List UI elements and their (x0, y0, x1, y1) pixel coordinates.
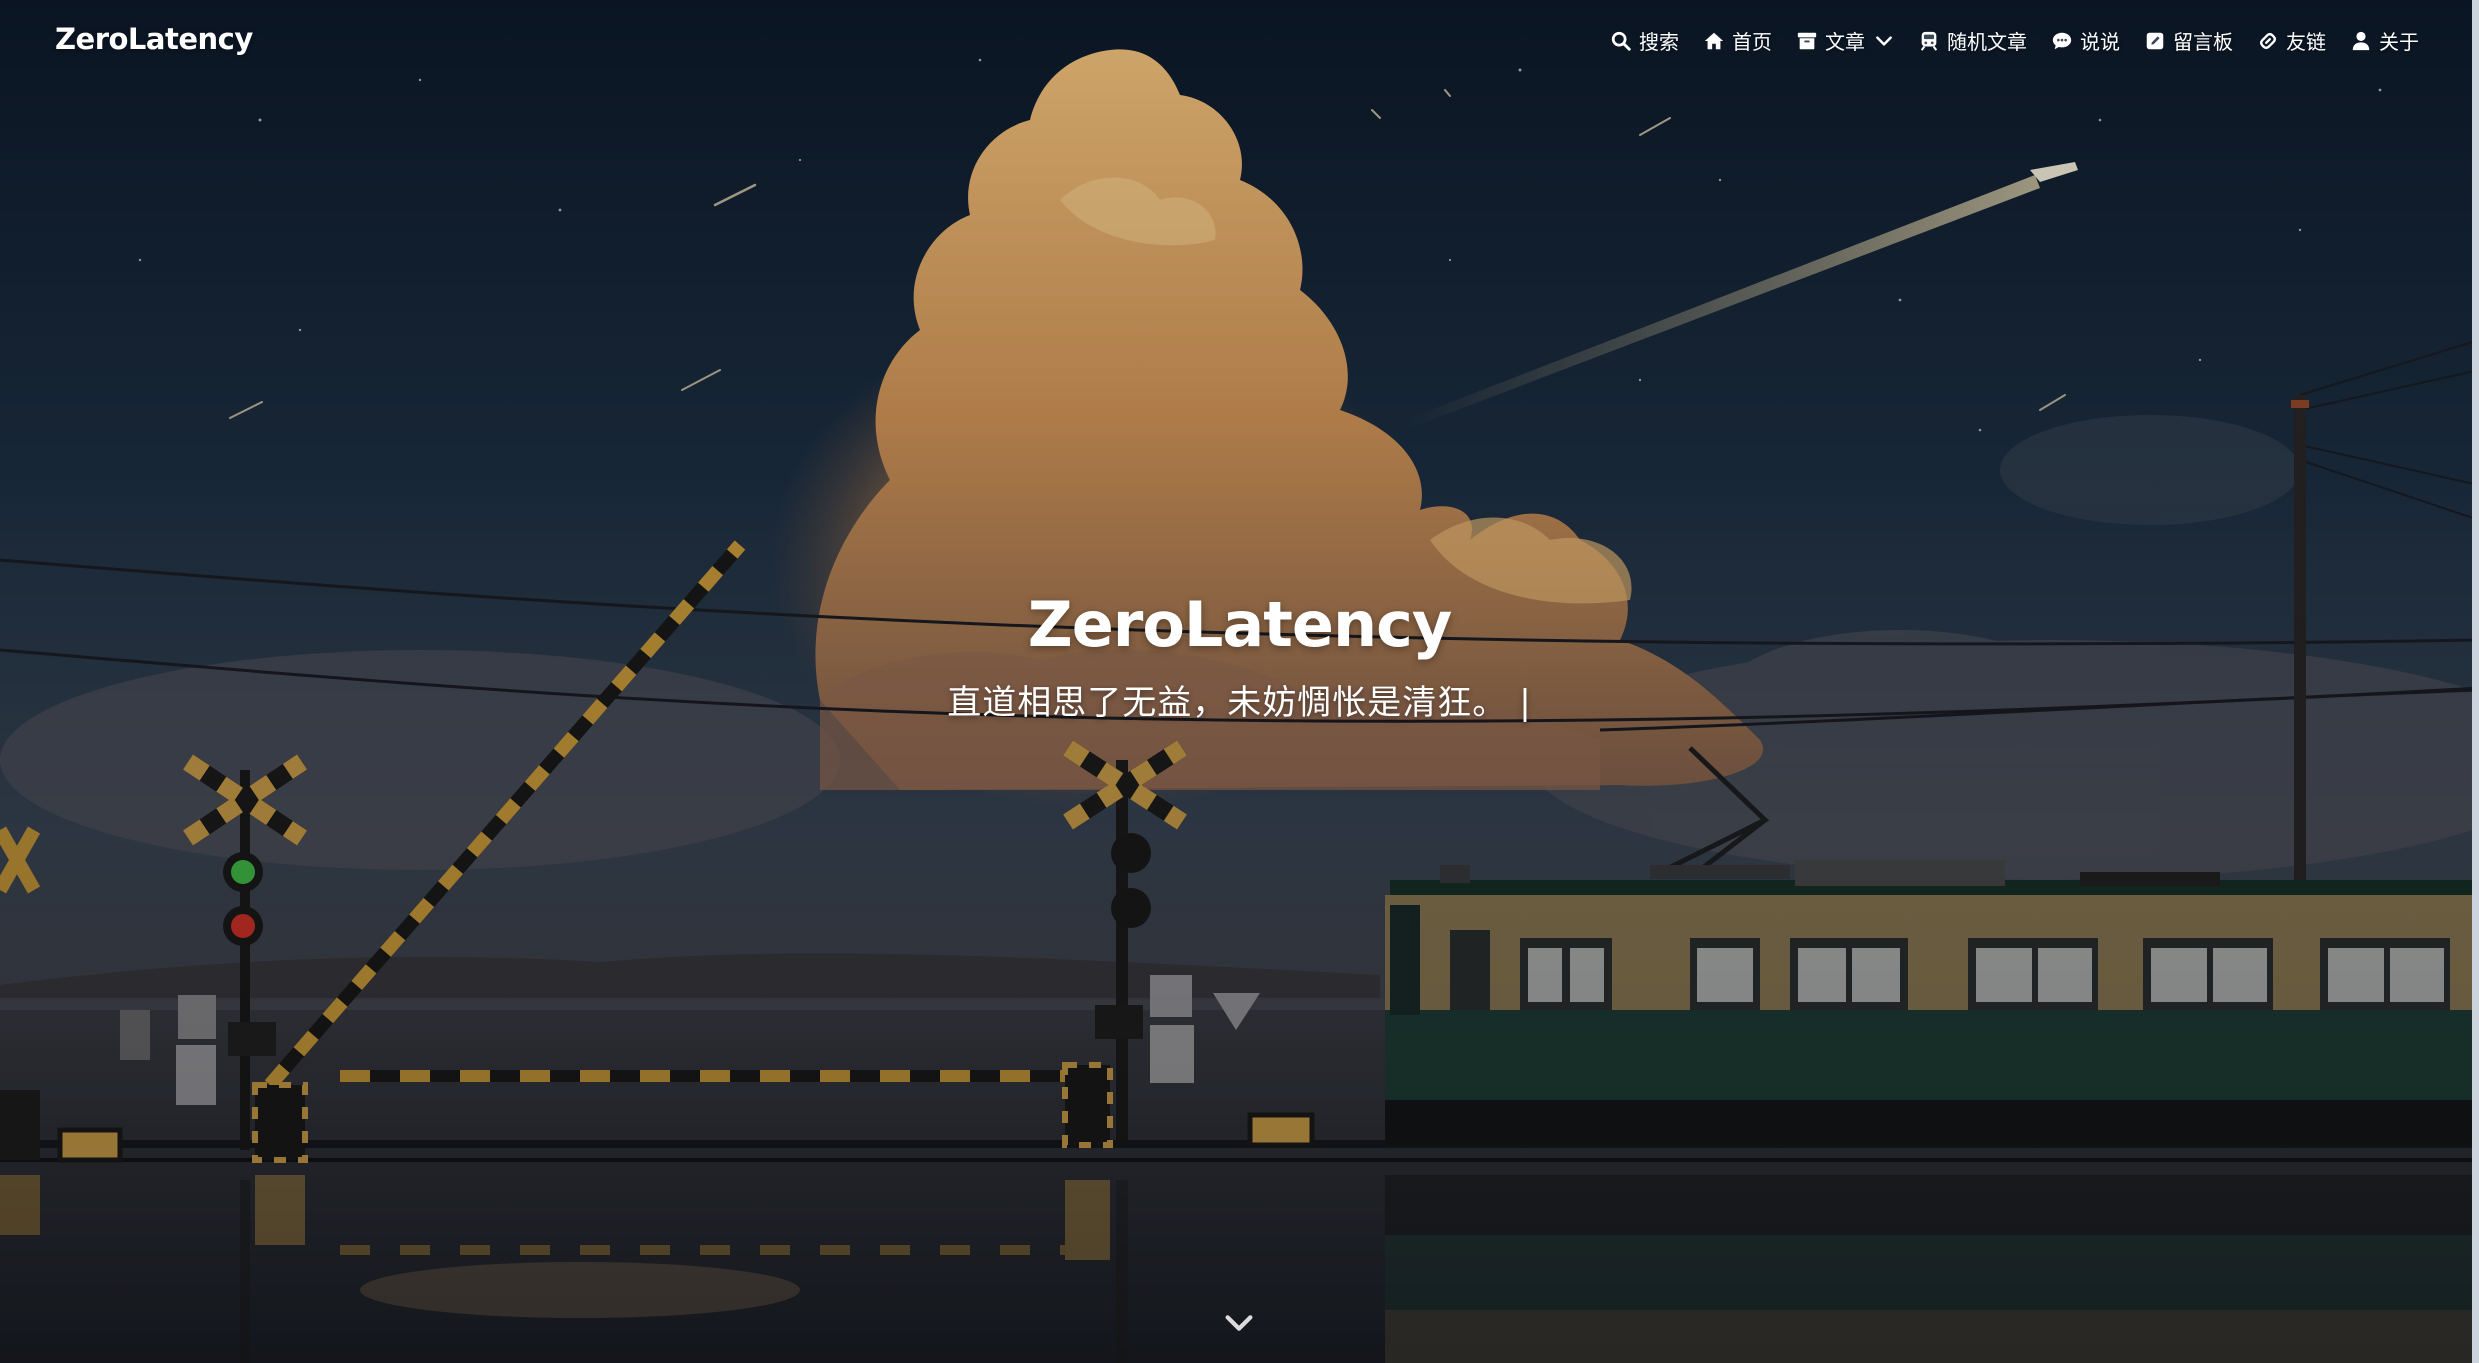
nav-item-label: 文章 (1825, 30, 1865, 54)
nav-item-about[interactable]: 关于 (2350, 26, 2419, 55)
hero-subtitle: 直道相思了无益，未妨惆怅是清狂。 | (0, 675, 2479, 724)
nav-item-label: 友链 (2286, 30, 2326, 54)
chevron-down-icon (1222, 1315, 1256, 1344)
nav-menu: 搜索 首页 文章 随机文章 说说 留言板 友链 关于 (1610, 26, 2419, 55)
typing-cursor: | (1519, 683, 1532, 723)
top-navbar: ZeroLatency 搜索 首页 文章 随机文章 说说 留言板 友链 关于 (0, 0, 2479, 88)
chat-icon (2051, 30, 2073, 52)
nav-item-label: 留言板 (2173, 30, 2233, 54)
edit-icon (2144, 30, 2166, 52)
nav-item-friend-links[interactable]: 友链 (2257, 26, 2326, 55)
nav-item-label: 关于 (2379, 30, 2419, 54)
page: ZeroLatency 搜索 首页 文章 随机文章 说说 留言板 友链 关于 Z… (0, 0, 2479, 1363)
nav-item-articles[interactable]: 文章 (1796, 26, 1894, 55)
nav-item-talk[interactable]: 说说 (2051, 26, 2120, 55)
nav-item-label: 首页 (1732, 30, 1772, 54)
nav-item-label: 搜索 (1639, 30, 1679, 54)
search-icon (1610, 30, 1632, 52)
nav-item-random-article[interactable]: 随机文章 (1918, 26, 2027, 55)
link-icon (2257, 30, 2279, 52)
window-scrollbar[interactable] (2472, 0, 2479, 1363)
scroll-down-button[interactable] (1222, 1306, 1256, 1340)
nav-item-home[interactable]: 首页 (1703, 26, 1772, 55)
nav-item-search[interactable]: 搜索 (1610, 26, 1679, 55)
train-icon (1918, 30, 1940, 52)
nav-item-label: 随机文章 (1947, 30, 2027, 54)
chevron-down-icon (1874, 31, 1894, 51)
user-icon (2350, 30, 2372, 52)
home-icon (1703, 30, 1725, 52)
hero-subtitle-text: 直道相思了无益，未妨惆怅是清狂。 (947, 683, 1508, 723)
nav-item-label: 说说 (2080, 30, 2120, 54)
hero-title: ZeroLatency (1027, 588, 1453, 661)
site-brand-link[interactable]: ZeroLatency (55, 22, 253, 56)
archive-icon (1796, 30, 1818, 52)
nav-item-guestbook[interactable]: 留言板 (2144, 26, 2233, 55)
